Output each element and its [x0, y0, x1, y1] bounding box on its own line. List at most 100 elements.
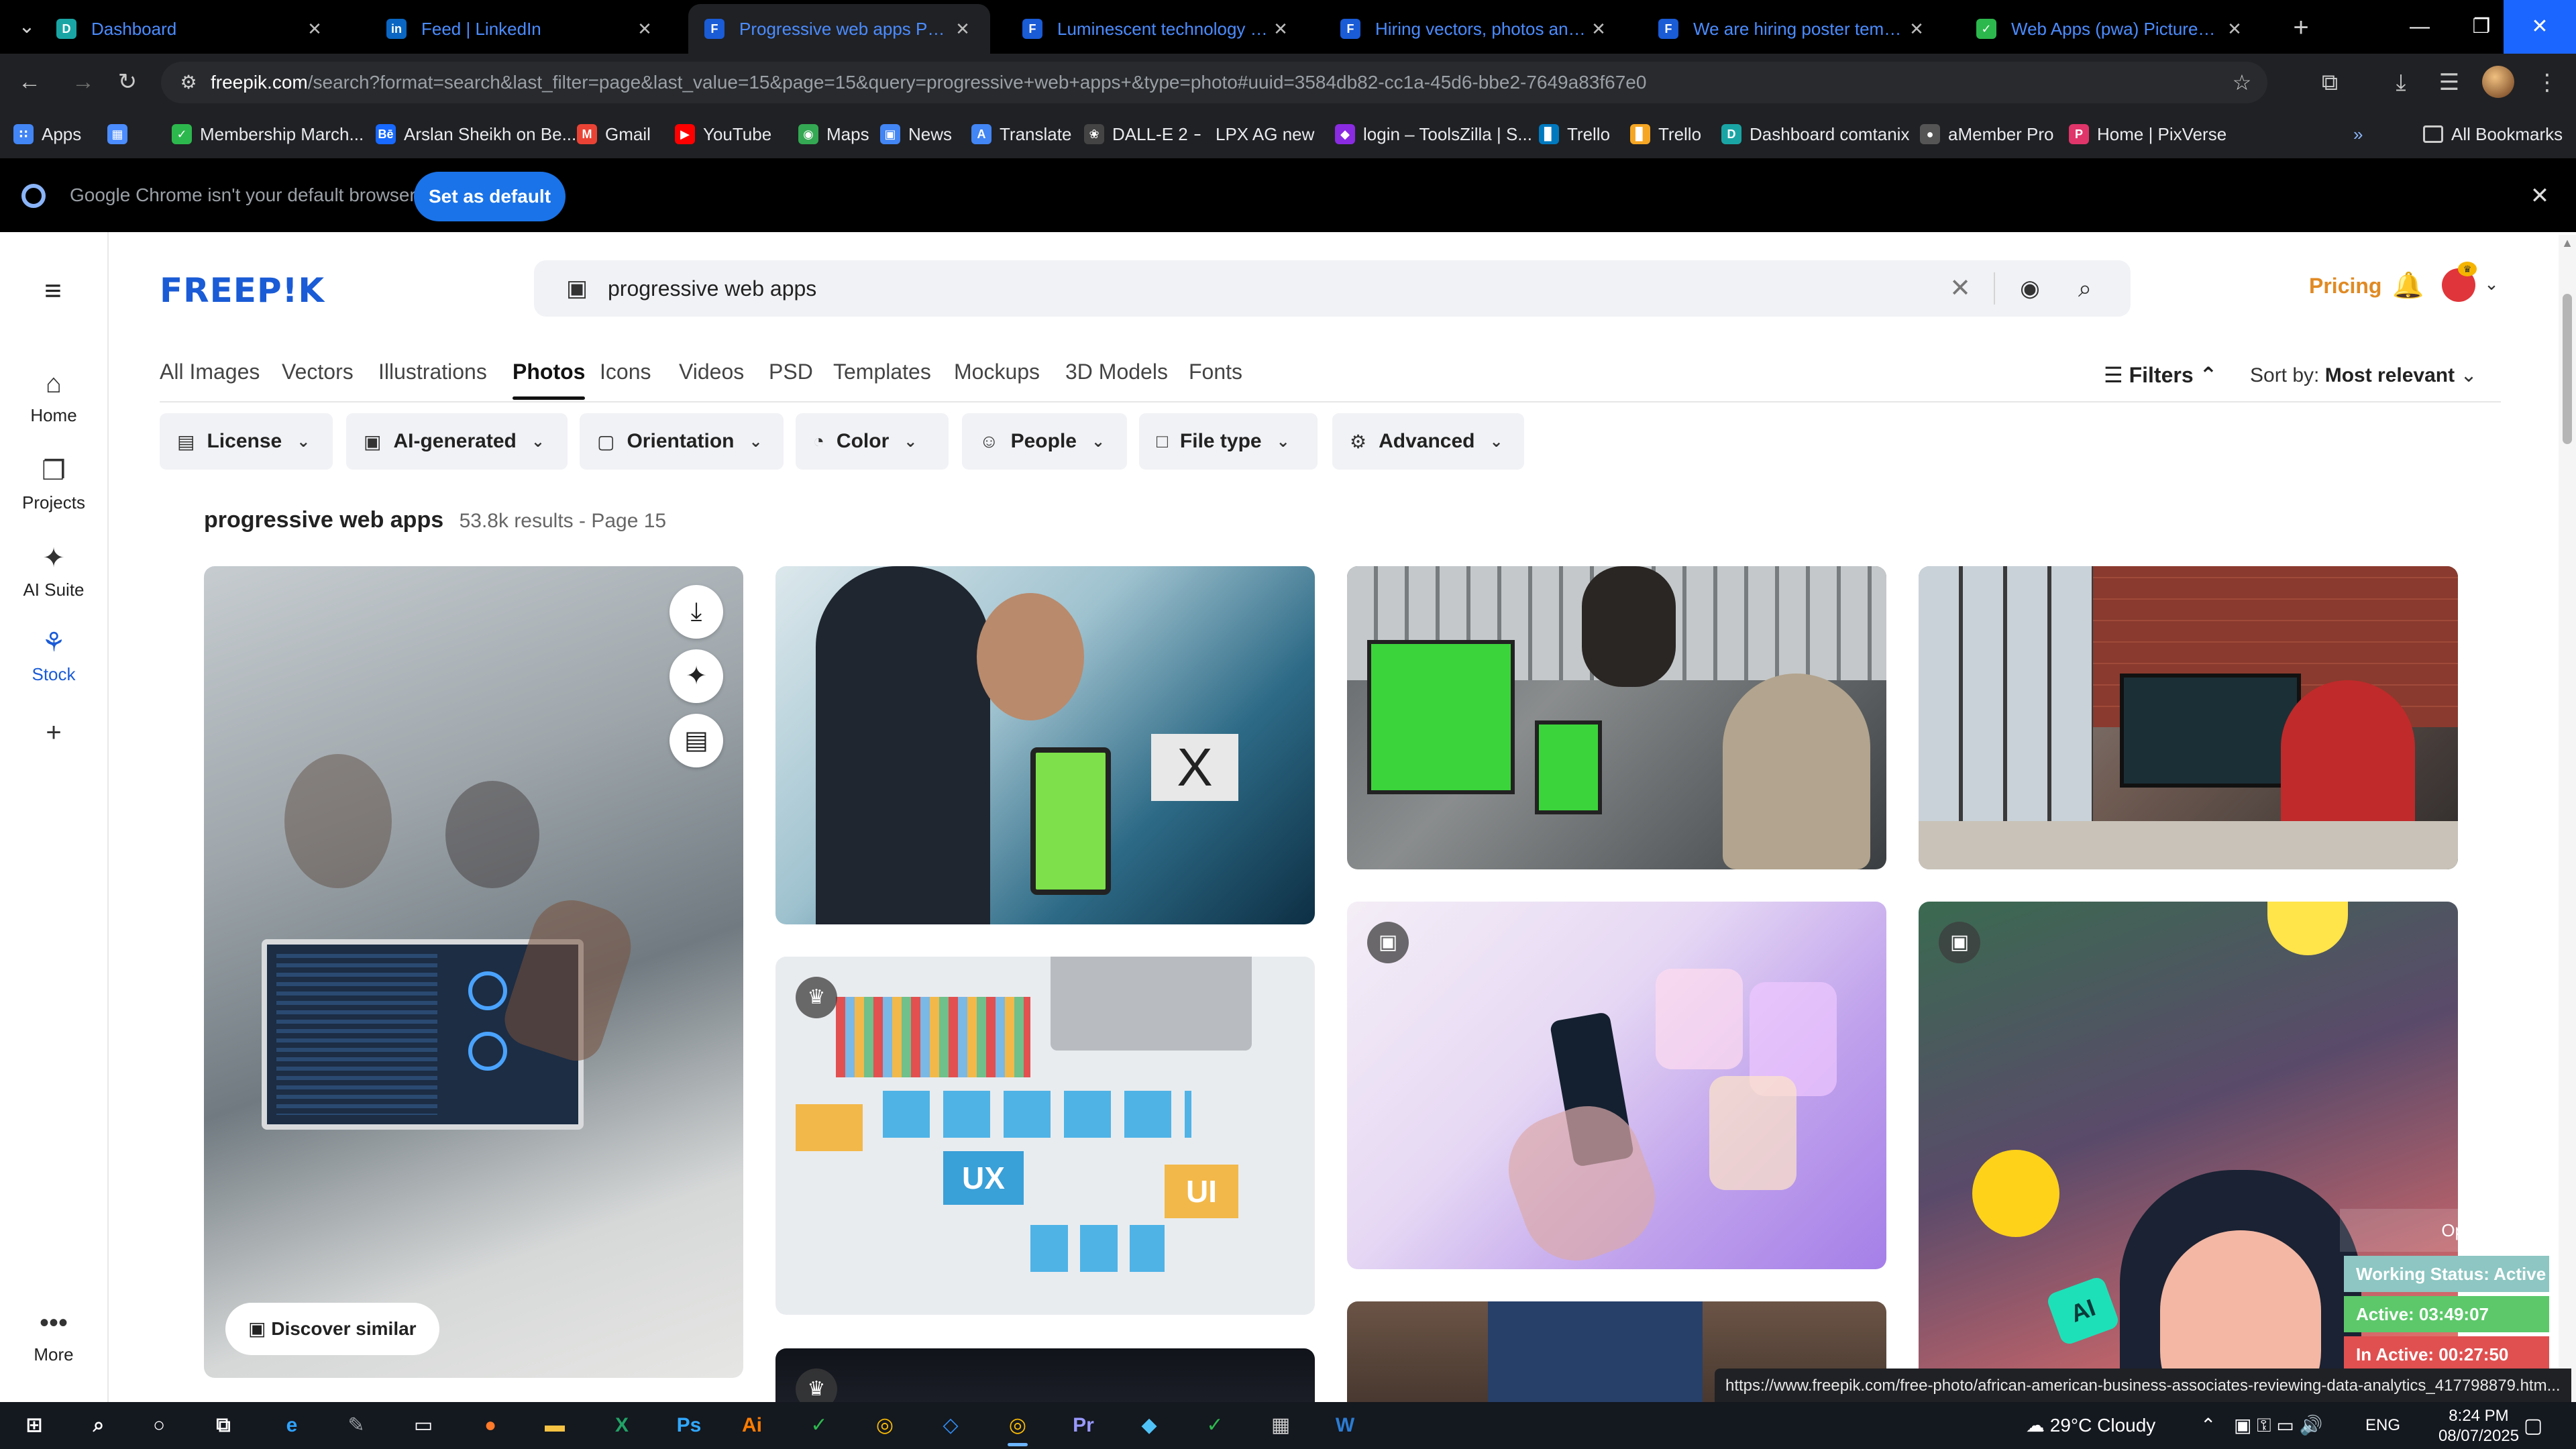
weather-widget[interactable]: ☁ 29°C Cloudy [2026, 1402, 2155, 1449]
tab-close-icon[interactable]: ✕ [2223, 19, 2246, 40]
bookmark-item[interactable]: ◉ Maps [798, 121, 869, 148]
address-bar[interactable]: ⚙ freepik.com/search?format=search&last_… [161, 62, 2267, 103]
rail-item[interactable]: ⚘ Stock [0, 625, 107, 685]
bookmark-item[interactable]: P Home | PixVerse [2069, 121, 2226, 148]
filter-chip[interactable]: ▤ License ⌄ [160, 413, 333, 470]
filter-chip[interactable]: □ File type ⌄ [1139, 413, 1318, 470]
bookmark-item[interactable]: ● aMember Pro [1920, 121, 2054, 148]
edge-icon[interactable]: e [271, 1409, 313, 1442]
tab-close-icon[interactable]: ✕ [1269, 19, 1292, 40]
green-app-2-icon[interactable]: ✓ [1194, 1409, 1236, 1442]
rail-item[interactable]: + [0, 715, 107, 754]
media-icon[interactable]: ☰ [2432, 66, 2466, 99]
bookmark-item[interactable]: A Translate [971, 121, 1071, 148]
pricing-link[interactable]: Pricing [2309, 274, 2381, 299]
infobar-close-icon[interactable]: ✕ [2526, 182, 2553, 209]
app-diamond-icon[interactable]: ◆ [1128, 1409, 1170, 1442]
ai-edit-icon[interactable]: ✦ [669, 649, 723, 703]
type-tab[interactable]: PSD [769, 360, 813, 400]
bookmarks-overflow-icon[interactable]: » [2353, 121, 2363, 148]
vscode-icon[interactable]: ◇ [930, 1409, 971, 1442]
freepik-logo[interactable]: FREEP!K [160, 271, 325, 310]
result-card-business-associates-green-screens[interactable] [1347, 566, 1886, 869]
extensions-icon[interactable]: ⧉ [2313, 66, 2347, 99]
result-card-ux-ui-icons[interactable]: UX UI ♛ [775, 957, 1315, 1315]
result-card-hand-phone-app-bubbles[interactable]: ▣ [1347, 902, 1886, 1269]
filter-chip[interactable]: ☺ People ⌄ [962, 413, 1127, 470]
type-tab[interactable]: Templates [833, 360, 931, 400]
result-card-office-tablet-analytics[interactable]: ⤓ ✦ ▤ ▣ Discover similar [204, 566, 743, 1378]
tab-close-icon[interactable]: ✕ [633, 19, 656, 40]
bookmark-item[interactable]: ∷ Apps [13, 121, 81, 148]
bookmark-item[interactable]: ▊ Trello [1539, 121, 1610, 148]
rail-item[interactable]: ••• More [0, 1305, 107, 1365]
image-type-icon[interactable]: ▣ [562, 274, 592, 303]
clear-search-icon[interactable]: ✕ [1945, 274, 1975, 303]
type-tab[interactable]: Mockups [954, 360, 1040, 400]
discover-similar-button[interactable]: ▣ Discover similar [225, 1303, 439, 1355]
collection-icon[interactable]: ▤ [669, 714, 723, 767]
system-clock[interactable]: 8:24 PM 08/07/2025 [2428, 1406, 2529, 1446]
windows-start-icon[interactable]: ⊞ [13, 1409, 55, 1442]
type-tab[interactable]: Videos [679, 360, 744, 400]
premiere-icon[interactable]: Pr [1063, 1409, 1104, 1442]
all-bookmarks[interactable]: All Bookmarks [2423, 121, 2563, 148]
menu-kebab-icon[interactable]: ⋮ [2530, 66, 2564, 99]
type-tab[interactable]: All Images [160, 360, 260, 400]
bookmark-item[interactable]: – LPX AG new [1187, 121, 1314, 148]
chrome-icon[interactable]: ◎ [864, 1409, 906, 1442]
rail-item[interactable]: ✦ AI Suite [0, 541, 107, 600]
tab-close-icon[interactable]: ✕ [1905, 19, 1928, 40]
downloads-icon[interactable]: ⤓ [2384, 66, 2418, 99]
tab-close-icon[interactable]: ✕ [1587, 19, 1610, 40]
hamburger-menu-icon[interactable]: ≡ [38, 276, 68, 306]
scrollbar-thumb[interactable] [2563, 294, 2572, 444]
result-card-woman-coding-desk[interactable] [1919, 566, 2458, 869]
terminal-icon[interactable]: ▭ [402, 1409, 444, 1442]
bookmark-star-icon[interactable]: ☆ [2227, 68, 2257, 97]
profile-avatar[interactable] [2482, 66, 2514, 98]
word-icon[interactable]: W [1324, 1409, 1366, 1442]
browser-tab[interactable]: ✓ Web Apps (pwa) Pictures, Imag...✕ [1960, 4, 2262, 54]
filter-chip[interactable]: ▢ Orientation ⌄ [580, 413, 784, 470]
filter-chip[interactable]: ◔ Color ⌄ [796, 413, 949, 470]
photoshop-icon[interactable]: Ps [668, 1409, 710, 1442]
type-tab[interactable]: Illustrations [378, 360, 487, 400]
result-card-man-green-tablet[interactable]: X [775, 566, 1315, 924]
type-tab[interactable]: 3D Models [1065, 360, 1168, 400]
tab-close-icon[interactable]: ✕ [303, 19, 326, 40]
open-app-link[interactable]: Open App ↗ [2340, 1209, 2549, 1252]
file-explorer-icon[interactable]: ▬ [534, 1409, 576, 1442]
bookmark-item[interactable]: D Dashboard comtanix [1721, 121, 1909, 148]
notifications-bell-icon[interactable]: 🔔 [2392, 270, 2424, 302]
chrome-active-icon[interactable]: ◎ [997, 1409, 1038, 1446]
download-icon[interactable]: ⤓ [669, 585, 723, 639]
forward-icon[interactable]: → [64, 64, 102, 99]
close-window-icon[interactable]: ✕ [2504, 0, 2576, 54]
bookmark-item[interactable]: M Gmail [577, 121, 651, 148]
back-icon[interactable]: ← [11, 64, 48, 99]
bookmark-item[interactable]: ▊ Trello [1630, 121, 1701, 148]
type-tab[interactable]: Vectors [282, 360, 354, 400]
site-info-icon[interactable]: ⚙ [176, 70, 201, 95]
bookmark-item[interactable]: ▣ News [880, 121, 952, 148]
bookmark-item[interactable]: Bē Arslan Sheikh on Be... [376, 121, 576, 148]
app-badge-icon[interactable]: ● [470, 1409, 511, 1442]
set-as-default-button[interactable]: Set as default [414, 172, 566, 221]
reload-icon[interactable]: ↻ [109, 64, 146, 99]
bookmark-item[interactable]: ◆ login – ToolsZilla | S... [1335, 121, 1532, 148]
input-language[interactable]: ENG [2365, 1402, 2400, 1449]
camera-search-icon[interactable]: ◉ [2015, 274, 2045, 303]
illustrator-icon[interactable]: Ai [731, 1409, 773, 1442]
rail-item[interactable]: ❐ Projects [0, 453, 107, 513]
tray-icons[interactable]: ▣ ⚿ ▭ 🔊 [2234, 1402, 2322, 1449]
cortana-icon[interactable]: ○ [138, 1409, 180, 1442]
browser-tab[interactable]: F We are hiring poster template...✕ [1642, 4, 1944, 54]
chevron-down-icon[interactable]: ⌄ [2482, 274, 2501, 295]
rail-item[interactable]: ⌂ Home [0, 366, 107, 426]
bookmark-item[interactable]: ▶ YouTube [675, 121, 771, 148]
filters-toggle[interactable]: ☰ Filters ⌃ [2104, 362, 2217, 394]
notifications-icon[interactable]: ▢ [2520, 1413, 2546, 1440]
search-bar[interactable]: ▣ progressive web apps ✕ ◉ ⌕ [534, 260, 2131, 317]
browser-tab[interactable]: F Hiring vectors, photos and PSD...✕ [1324, 4, 1626, 54]
